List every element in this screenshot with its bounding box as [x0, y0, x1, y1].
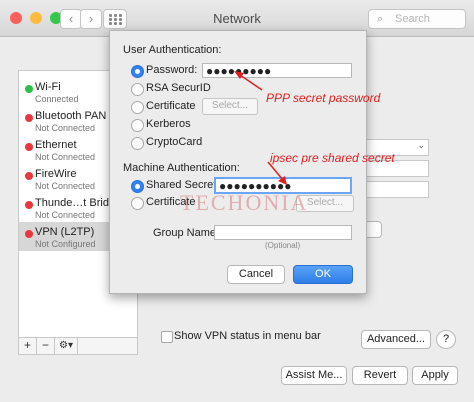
ipsec-arrowhead	[278, 176, 287, 185]
ppp-annotation: PPP secret password	[266, 91, 381, 105]
ppp-arrow	[239, 74, 263, 91]
watermark: TECHONIA	[180, 190, 309, 215]
ppp-arrowhead	[234, 71, 244, 79]
ipsec-annotation: ipsec pre shared secret	[270, 151, 395, 165]
